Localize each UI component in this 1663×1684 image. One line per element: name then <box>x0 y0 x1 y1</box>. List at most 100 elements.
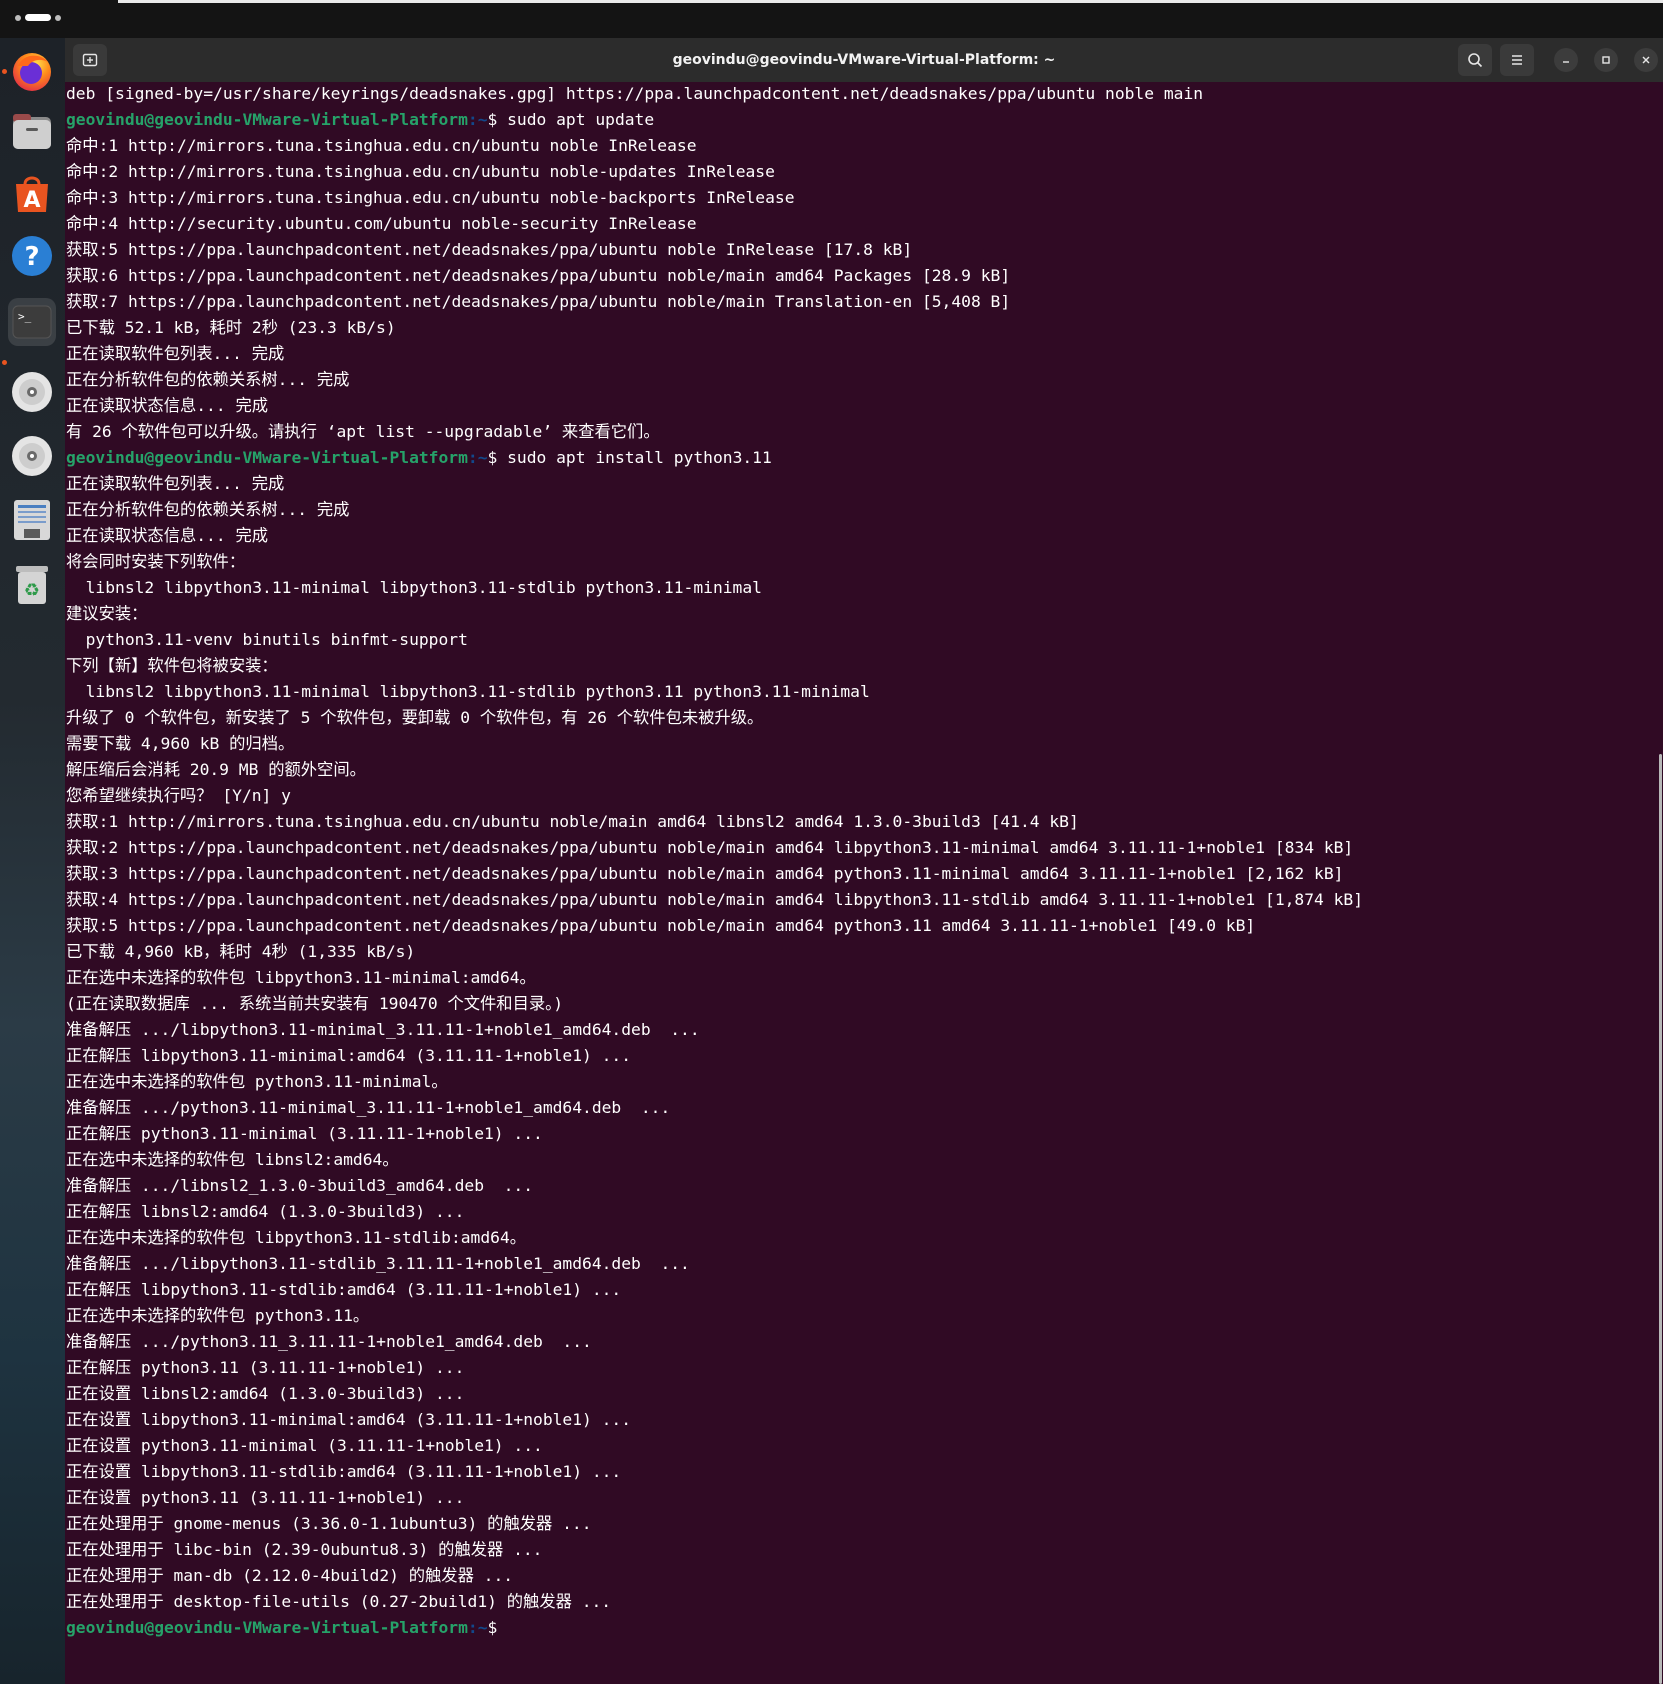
command-text: sudo apt install python3.11 <box>497 448 772 467</box>
output-line: 正在处理用于 gnome-menus (3.36.0-1.1ubuntu3) 的… <box>66 1514 592 1533</box>
output-line: 升级了 0 个软件包，新安装了 5 个软件包，要卸载 0 个软件包，有 26 个… <box>66 708 764 727</box>
prompt-line: geovindu@geovindu-VMware-Virtual-Platfor… <box>66 445 772 471</box>
output-line: 正在设置 libpython3.11-minimal:amd64 (3.11.1… <box>66 1410 632 1429</box>
prompt-line: geovindu@geovindu-VMware-Virtual-Platfor… <box>66 107 654 133</box>
output-line: 建议安装： <box>66 604 148 623</box>
output-line: 已下载 52.1 kB，耗时 2秒 (23.3 kB/s) <box>66 318 396 337</box>
terminal-window: geovindu@geovindu-VMware-Virtual-Platfor… <box>65 38 1663 1684</box>
dock: A ? >_ ♻ <box>0 38 65 1684</box>
svg-text:?: ? <box>24 242 39 272</box>
output-line: 获取:2 https://ppa.launchpadcontent.net/de… <box>66 838 1354 857</box>
disc-icon <box>12 372 52 412</box>
help-icon: ? <box>12 236 52 276</box>
output-line: 获取:1 http://mirrors.tuna.tsinghua.edu.cn… <box>66 812 1079 831</box>
output-line: 已下载 4,960 kB，耗时 4秒 (1,335 kB/s) <box>66 942 416 961</box>
output-line: 正在设置 libnsl2:amd64 (1.3.0-3build3) ... <box>66 1384 465 1403</box>
dock-files[interactable] <box>8 108 56 156</box>
output-line: 准备解压 .../python3.11_3.11.11-1+noble1_amd… <box>66 1332 592 1351</box>
search-icon <box>1468 53 1483 68</box>
maximize-icon <box>1602 56 1610 64</box>
output-line: 正在解压 python3.11-minimal (3.11.11-1+noble… <box>66 1124 543 1143</box>
prompt-line: geovindu@geovindu-VMware-Virtual-Platfor… <box>66 1615 497 1641</box>
dock-terminal[interactable]: >_ <box>8 298 56 346</box>
output-line: libnsl2 libpython3.11-minimal libpython3… <box>66 578 762 597</box>
close-button[interactable] <box>1634 48 1658 72</box>
minimize-icon <box>1563 61 1569 63</box>
output-line: 命中:4 http://security.ubuntu.com/ubuntu n… <box>66 214 697 233</box>
output-line: 正在分析软件包的依赖关系树... 完成 <box>66 370 350 389</box>
svg-text:>_: >_ <box>18 310 32 323</box>
output-line: 正在读取状态信息... 完成 <box>66 526 269 545</box>
menu-button[interactable] <box>1500 44 1534 76</box>
output-line: 需要下载 4,960 kB 的归档。 <box>66 734 295 753</box>
output-line: 获取:6 https://ppa.launchpadcontent.net/de… <box>66 266 1011 285</box>
output-line: 正在解压 libpython3.11-stdlib:amd64 (3.11.11… <box>66 1280 622 1299</box>
dock-help[interactable]: ? <box>8 232 56 280</box>
dock-app-center[interactable]: A <box>8 170 56 218</box>
prompt-path: :~ <box>467 1618 488 1637</box>
output-line: 获取:7 https://ppa.launchpadcontent.net/de… <box>66 292 1011 311</box>
output-line: python3.11-venv binutils binfmt-support <box>66 630 468 649</box>
output-line: 正在选中未选择的软件包 python3.11-minimal。 <box>66 1072 448 1091</box>
output-line: 正在读取状态信息... 完成 <box>66 396 269 415</box>
output-line: 解压缩后会消耗 20.9 MB 的额外空间。 <box>66 760 366 779</box>
dock-firefox[interactable] <box>8 46 56 94</box>
close-icon <box>1642 56 1650 64</box>
text-editor-icon <box>14 500 50 540</box>
output-line: 正在选中未选择的软件包 python3.11。 <box>66 1306 370 1325</box>
prompt-dollar: $ <box>487 448 498 467</box>
workspace-dot <box>15 14 21 21</box>
output-line: 获取:5 https://ppa.launchpadcontent.net/de… <box>66 916 1256 935</box>
output-line: 正在读取软件包列表... 完成 <box>66 344 285 363</box>
terminal-icon: >_ <box>12 305 52 339</box>
output-line: 正在选中未选择的软件包 libpython3.11-minimal:amd64。 <box>66 968 536 987</box>
output-line: 准备解压 .../python3.11-minimal_3.11.11-1+no… <box>66 1098 671 1117</box>
app-center-icon: A <box>16 176 48 213</box>
output-line: 下列【新】软件包将被安装： <box>66 656 278 675</box>
maximize-button[interactable] <box>1594 48 1618 72</box>
new-tab-button[interactable] <box>73 44 107 76</box>
prompt-dollar: $ <box>487 110 498 129</box>
top-bar-divider <box>118 0 1663 3</box>
workspace-dot-active <box>25 14 51 21</box>
output-line: 正在处理用于 man-db (2.12.0-4build2) 的触发器 ... <box>66 1566 514 1585</box>
prompt-path: :~ <box>467 110 488 129</box>
prompt-user-host: geovindu@geovindu-VMware-Virtual-Platfor… <box>66 110 468 129</box>
output-line: 准备解压 .../libnsl2_1.3.0-3build3_amd64.deb… <box>66 1176 534 1195</box>
output-line: (正在读取数据库 ... 系统当前共安装有 190470 个文件和目录。) <box>66 994 564 1013</box>
output-line: deb [signed-by=/usr/share/keyrings/deads… <box>66 84 1204 103</box>
output-line: 获取:4 https://ppa.launchpadcontent.net/de… <box>66 890 1364 909</box>
dock-disc-1[interactable] <box>8 368 56 416</box>
header-bar: geovindu@geovindu-VMware-Virtual-Platfor… <box>65 38 1663 82</box>
output-line: 正在设置 python3.11 (3.11.11-1+noble1) ... <box>66 1488 465 1507</box>
running-indicator <box>2 69 7 74</box>
running-indicator <box>2 360 7 365</box>
output-line: 获取:5 https://ppa.launchpadcontent.net/de… <box>66 240 913 259</box>
output-line: 命中:1 http://mirrors.tuna.tsinghua.edu.cn… <box>66 136 697 155</box>
svg-text:♻: ♻ <box>24 580 40 601</box>
output-line: 将会同时安装下列软件： <box>66 552 246 571</box>
prompt-user-host: geovindu@geovindu-VMware-Virtual-Platfor… <box>66 1618 468 1637</box>
output-line: 正在设置 python3.11-minimal (3.11.11-1+noble… <box>66 1436 543 1455</box>
dock-trash[interactable]: ♻ <box>8 560 56 608</box>
workspace-indicator[interactable] <box>15 14 61 21</box>
output-line: 正在解压 libnsl2:amd64 (1.3.0-3build3) ... <box>66 1202 465 1221</box>
firefox-icon <box>13 53 51 91</box>
output-line: 正在处理用于 desktop-file-utils (0.27-2build1)… <box>66 1592 612 1611</box>
output-line: 正在选中未选择的软件包 libpython3.11-stdlib:amd64。 <box>66 1228 527 1247</box>
folder-icon <box>13 114 51 149</box>
output-line: 准备解压 .../libpython3.11-minimal_3.11.11-1… <box>66 1020 700 1039</box>
output-line: 正在选中未选择的软件包 libnsl2:amd64。 <box>66 1150 399 1169</box>
terminal-output[interactable]: deb [signed-by=/usr/share/keyrings/deads… <box>66 82 1656 1684</box>
scrollbar[interactable] <box>1659 754 1662 1684</box>
output-line: 命中:2 http://mirrors.tuna.tsinghua.edu.cn… <box>66 162 775 181</box>
output-line: 正在处理用于 libc-bin (2.39-0ubuntu8.3) 的触发器 .… <box>66 1540 543 1559</box>
minimize-button[interactable] <box>1554 48 1578 72</box>
dock-disc-2[interactable] <box>8 432 56 480</box>
output-line: 有 26 个软件包可以升级。请执行 ‘apt list --upgradable… <box>66 422 660 441</box>
dock-text-editor[interactable] <box>8 496 56 544</box>
search-button[interactable] <box>1458 44 1492 76</box>
workspace-dot <box>55 14 61 21</box>
output-line: 命中:3 http://mirrors.tuna.tsinghua.edu.cn… <box>66 188 795 207</box>
output-line: 正在设置 libpython3.11-stdlib:amd64 (3.11.11… <box>66 1462 622 1481</box>
